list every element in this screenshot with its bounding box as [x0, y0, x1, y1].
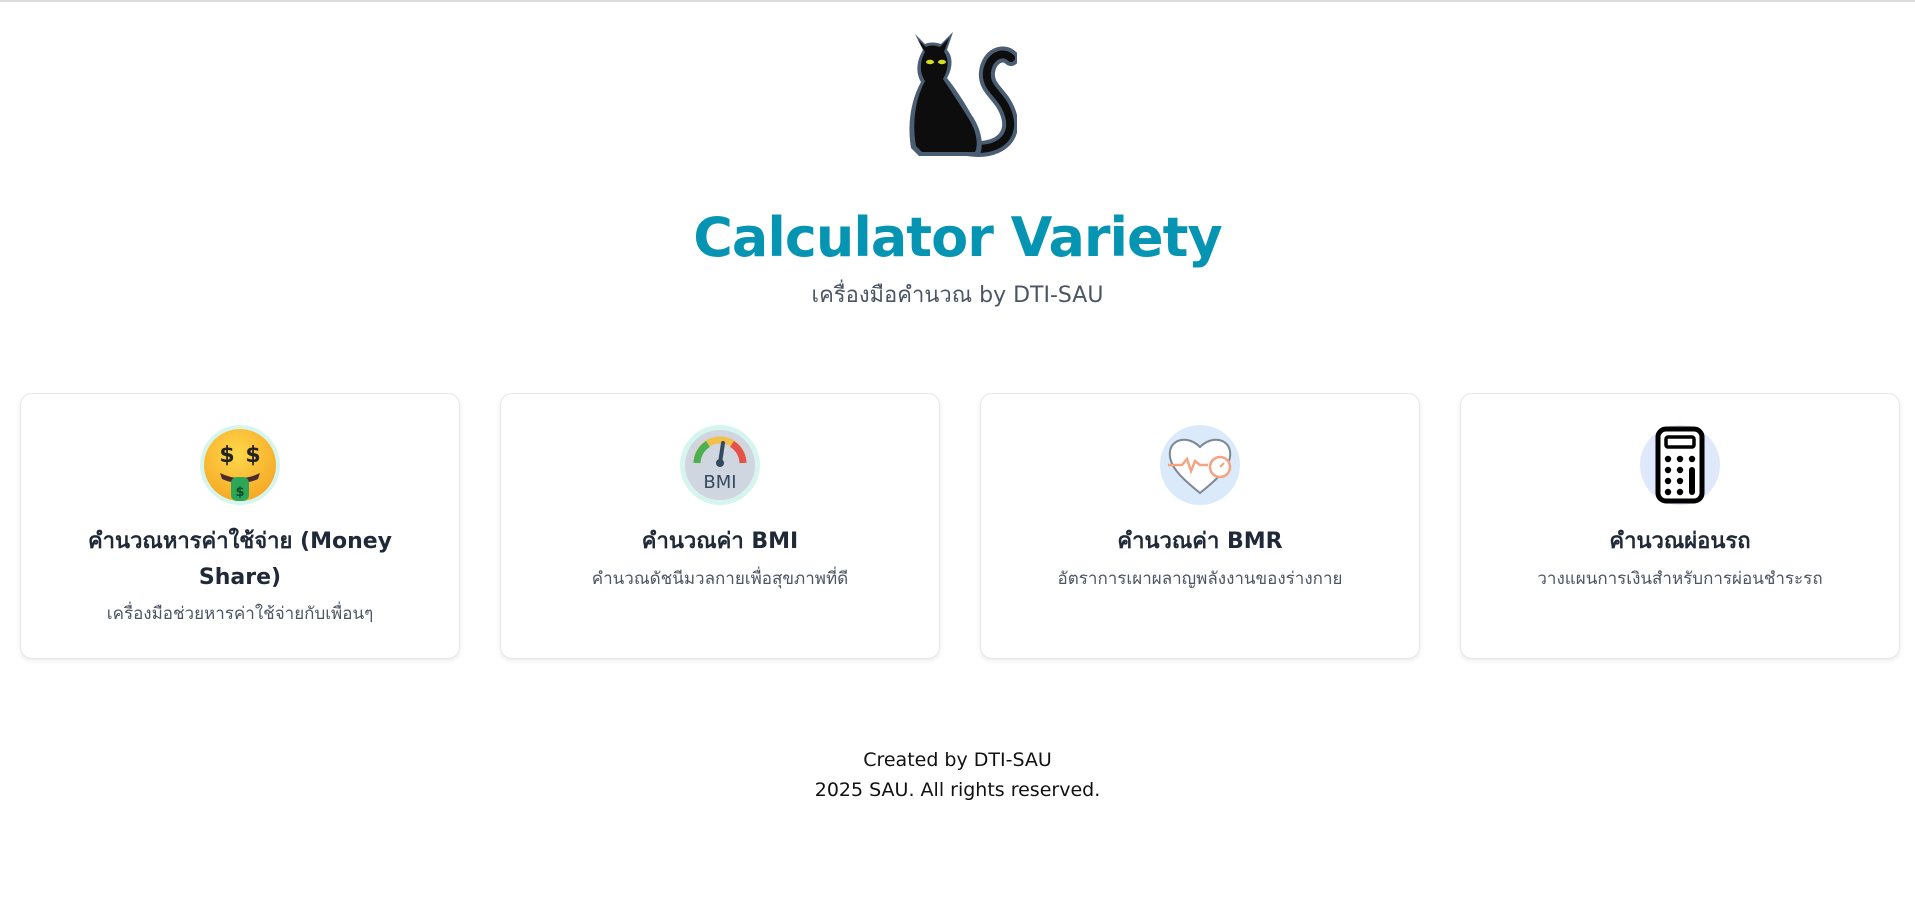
footer-copyright: 2025 SAU. All rights reserved.	[814, 779, 1101, 801]
footer-created-by: Created by DTI-SAU	[863, 749, 1052, 771]
card-description: เครื่องมือช่วยหารค่าใช้จ่ายกับเพื่อนๆ	[106, 604, 374, 624]
bmi-gauge-icon: BMI	[680, 425, 760, 505]
svg-text:$: $	[245, 443, 260, 468]
card-title: คำนวณหารค่าใช้จ่าย (Money Share)	[87, 529, 393, 590]
card-title: คำนวณผ่อนรถ	[1609, 529, 1751, 554]
card-title: คำนวณค่า BMR	[1117, 529, 1283, 554]
page-subtitle: เครื่องมือคำนวณ by DTI-SAU	[811, 283, 1104, 308]
top-border	[0, 0, 1915, 2]
card-description: อัตราการเผาผลาญพลังงานของร่างกาย	[1057, 569, 1343, 589]
svg-text:$: $	[235, 485, 244, 500]
card-money-share[interactable]: $ $ $ คำนวณหารค่าใช้จ่าย (Money Share) เ…	[20, 393, 460, 659]
bmi-icon-label: BMI	[703, 472, 736, 493]
heart-pulse-icon	[1160, 425, 1240, 505]
page-title: Calculator Variety	[693, 206, 1222, 269]
svg-text:$: $	[219, 443, 234, 468]
card-bmi[interactable]: BMI คำนวณค่า BMI คำนวณดัชนีมวลกายเพื่อสุ…	[500, 393, 940, 659]
card-description: คำนวณดัชนีมวลกายเพื่อสุขภาพที่ดี	[591, 569, 849, 589]
money-mouth-face-icon: $ $ $	[200, 425, 280, 505]
calculator-icon	[1640, 425, 1720, 505]
black-cat-icon	[897, 28, 1019, 160]
card-description: วางแผนการเงินสำหรับการผ่อนชำระรถ	[1537, 569, 1823, 589]
card-car-loan[interactable]: คำนวณผ่อนรถ วางแผนการเงินสำหรับการผ่อนชำ…	[1460, 393, 1900, 659]
calculator-card-grid: $ $ $ คำนวณหารค่าใช้จ่าย (Money Share) เ…	[20, 393, 1900, 660]
card-bmr[interactable]: คำนวณค่า BMR อัตราการเผาผลาญพลังงานของร่…	[980, 393, 1420, 659]
page-footer: Created by DTI-SAU 2025 SAU. All rights …	[0, 745, 1915, 805]
card-title: คำนวณค่า BMI	[641, 529, 799, 554]
